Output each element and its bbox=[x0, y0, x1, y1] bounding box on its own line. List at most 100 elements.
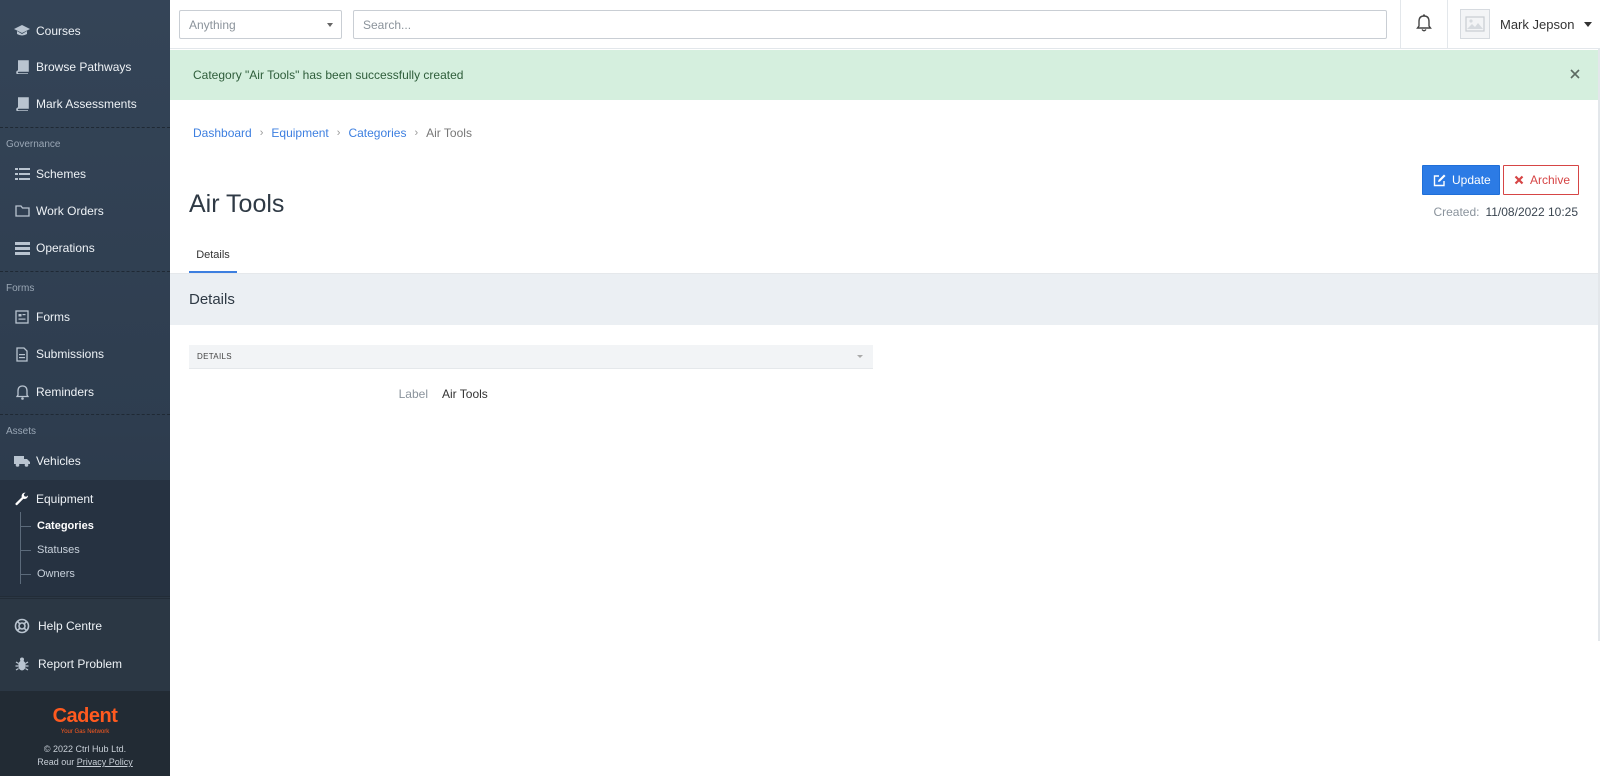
sidebar-item-label: Browse Pathways bbox=[36, 60, 132, 74]
footer-text: © 2022 Ctrl Hub Ltd. Read our Privacy Po… bbox=[0, 743, 170, 769]
created-label: Created: bbox=[1433, 205, 1480, 219]
image-placeholder-icon bbox=[1465, 16, 1485, 32]
avatar bbox=[1460, 9, 1490, 39]
sidebar: Courses Browse Pathways Mark Assessments… bbox=[0, 0, 170, 776]
field-value: Air Tools bbox=[442, 387, 488, 401]
sidebar-item-work-orders[interactable]: Work Orders bbox=[0, 193, 170, 229]
user-name: Mark Jepson bbox=[1500, 16, 1575, 32]
panel-title: DETAILS bbox=[197, 352, 232, 361]
edit-icon bbox=[1433, 174, 1446, 187]
breadcrumb-current: Air Tools bbox=[426, 126, 472, 140]
truck-icon bbox=[14, 453, 30, 469]
sidebar-item-operations[interactable]: Operations bbox=[0, 230, 170, 266]
close-icon[interactable] bbox=[1568, 67, 1582, 81]
list-icon bbox=[14, 166, 30, 182]
server-icon bbox=[14, 240, 30, 256]
report-problem-link[interactable]: Report Problem bbox=[0, 646, 170, 682]
privacy-policy-link[interactable]: Privacy Policy bbox=[77, 757, 133, 767]
user-menu[interactable]: Mark Jepson bbox=[1460, 8, 1593, 40]
section-title: Details bbox=[170, 274, 1600, 325]
wrench-icon bbox=[14, 491, 30, 507]
archive-button[interactable]: Archive bbox=[1503, 165, 1579, 195]
sidebar-item-schemes[interactable]: Schemes bbox=[0, 156, 170, 192]
tree-connector bbox=[21, 550, 31, 551]
folder-icon bbox=[14, 203, 30, 219]
graduation-cap-icon bbox=[14, 23, 30, 39]
sidebar-item-label: Submissions bbox=[36, 347, 105, 361]
breadcrumb-equipment[interactable]: Equipment bbox=[271, 126, 328, 140]
help-centre-link[interactable]: Help Centre bbox=[0, 608, 170, 644]
chevron-right-icon: › bbox=[336, 127, 341, 139]
book-icon bbox=[14, 96, 30, 112]
form-icon bbox=[14, 309, 30, 325]
section-label-governance: Governance bbox=[6, 139, 61, 150]
sidebar-item-label: Courses bbox=[36, 24, 81, 38]
tree-connector bbox=[21, 574, 31, 575]
sidebar-item-label: Forms bbox=[36, 310, 70, 324]
chevron-down-icon bbox=[327, 23, 333, 27]
submenu-item-statuses[interactable]: Statuses bbox=[37, 544, 80, 556]
alert-message: Category "Air Tools" has been successful… bbox=[193, 68, 464, 82]
report-problem-label: Report Problem bbox=[38, 657, 123, 671]
sidebar-item-browse-pathways[interactable]: Browse Pathways bbox=[0, 49, 170, 85]
life-ring-icon bbox=[14, 618, 30, 634]
sidebar-footer: Cadent Your Gas Network © 2022 Ctrl Hub … bbox=[0, 691, 170, 776]
update-label: Update bbox=[1452, 173, 1491, 187]
sidebar-item-vehicles[interactable]: Vehicles bbox=[0, 443, 170, 479]
details-panel-header[interactable]: DETAILS bbox=[189, 345, 873, 369]
section-label-assets: Assets bbox=[6, 426, 37, 437]
success-alert: Category "Air Tools" has been successful… bbox=[170, 50, 1600, 100]
sidebar-item-label: Mark Assessments bbox=[36, 97, 137, 111]
search-scope-value: Anything bbox=[189, 17, 236, 32]
divider bbox=[0, 414, 170, 415]
page-title: Air Tools bbox=[189, 190, 285, 218]
divider bbox=[0, 271, 170, 272]
sidebar-item-mark-assessments[interactable]: Mark Assessments bbox=[0, 86, 170, 122]
bell-icon bbox=[1416, 14, 1432, 35]
submenu-item-owners[interactable]: Owners bbox=[37, 568, 75, 580]
top-bar: Anything Mark Jepson bbox=[170, 0, 1600, 49]
search-input[interactable] bbox=[353, 10, 1387, 39]
created-value: 11/08/2022 10:25 bbox=[1485, 205, 1578, 219]
file-icon bbox=[14, 346, 30, 362]
notifications-button[interactable] bbox=[1400, 0, 1448, 49]
created-info: Created: 11/08/2022 10:25 bbox=[1433, 205, 1578, 219]
copyright: © 2022 Ctrl Hub Ltd. bbox=[43, 744, 127, 754]
sidebar-item-submissions[interactable]: Submissions bbox=[0, 336, 170, 372]
help-centre-label: Help Centre bbox=[38, 619, 103, 633]
equipment-submenu: Categories Statuses Owners bbox=[20, 512, 170, 584]
update-button[interactable]: Update bbox=[1422, 165, 1500, 195]
submenu-item-categories[interactable]: Categories bbox=[37, 520, 94, 532]
logo-tagline: Your Gas Network bbox=[60, 729, 110, 735]
cadent-logo: Cadent bbox=[52, 705, 118, 727]
sidebar-item-label: Operations bbox=[36, 241, 95, 255]
read-our-text: Read our bbox=[37, 757, 75, 767]
sidebar-item-label: Schemes bbox=[36, 167, 87, 181]
breadcrumb-dashboard[interactable]: Dashboard bbox=[193, 126, 252, 140]
sidebar-item-label: Equipment bbox=[36, 492, 94, 506]
close-icon bbox=[1514, 175, 1524, 185]
sidebar-item-label: Work Orders bbox=[36, 204, 104, 218]
sidebar-item-label: Vehicles bbox=[36, 454, 81, 468]
chevron-down-icon bbox=[1584, 21, 1593, 27]
book-icon bbox=[14, 59, 30, 75]
section-label-forms: Forms bbox=[6, 283, 35, 294]
chevron-down-icon bbox=[857, 355, 863, 358]
sidebar-item-label: Reminders bbox=[36, 385, 95, 399]
chevron-right-icon: › bbox=[414, 127, 419, 139]
breadcrumb: Dashboard › Equipment › Categories › Air… bbox=[193, 126, 472, 140]
bug-icon bbox=[14, 656, 30, 672]
sidebar-item-forms[interactable]: Forms bbox=[0, 299, 170, 335]
help-section: Help Centre Report Problem bbox=[0, 596, 170, 691]
archive-label: Archive bbox=[1530, 173, 1571, 187]
breadcrumb-categories[interactable]: Categories bbox=[348, 126, 406, 140]
search-scope-select[interactable]: Anything bbox=[179, 10, 342, 39]
field-label: Label bbox=[398, 387, 428, 401]
sidebar-item-courses[interactable]: Courses bbox=[0, 13, 170, 49]
sidebar-item-reminders[interactable]: Reminders bbox=[0, 374, 170, 410]
privacy-line: Read our Privacy Policy bbox=[0, 756, 170, 769]
divider bbox=[0, 127, 170, 128]
bell-icon bbox=[14, 384, 30, 400]
tree-connector bbox=[21, 526, 31, 527]
tab-details[interactable]: Details bbox=[189, 243, 237, 273]
